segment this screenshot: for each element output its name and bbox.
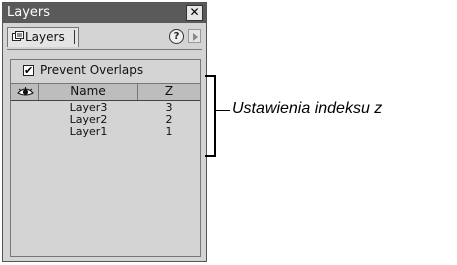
prevent-overlaps-checkbox[interactable]: ✔ (23, 65, 34, 76)
prevent-overlaps-row: ✔ Prevent Overlaps (11, 60, 200, 84)
table-row[interactable]: Layer1 1 (11, 125, 200, 138)
panel-titlebar[interactable]: Layers ✕ (3, 3, 206, 23)
tab-layers-label: Layers (25, 30, 65, 44)
layers-list: Layer3 3 Layer2 2 Layer1 1 (11, 101, 200, 138)
layers-panel: Layers ✕ Layers ? ✔ Prevent Overlaps Nam… (2, 2, 207, 262)
eye-icon (17, 87, 34, 96)
prevent-overlaps-label[interactable]: Prevent Overlaps (40, 63, 143, 77)
annotation-bracket (205, 75, 216, 157)
visibility-column-header[interactable] (11, 84, 39, 100)
layer-z-index[interactable]: 1 (138, 125, 200, 138)
figure: Layers ✕ Layers ? ✔ Prevent Overlaps Nam… (0, 0, 457, 265)
layers-table-header: Name Z (11, 84, 200, 101)
tab-row: Layers ? (7, 27, 202, 49)
layers-content: ✔ Prevent Overlaps Name Z Layer3 3 Layer… (10, 59, 201, 257)
layers-tab-icon (12, 31, 24, 41)
tab-separator (74, 30, 75, 44)
layer-name: Layer1 (69, 125, 108, 138)
help-icon[interactable]: ? (169, 29, 184, 44)
annotation-label: Ustawienia indeksu z (232, 100, 383, 117)
play-arrow-icon (193, 33, 198, 41)
tab-layers[interactable]: Layers (7, 27, 79, 47)
tab-underline (7, 49, 202, 50)
z-column-header[interactable]: Z (138, 84, 200, 100)
annotation-leader-line (215, 110, 230, 111)
panel-title: Layers (7, 5, 51, 20)
name-column-header[interactable]: Name (39, 84, 138, 100)
panel-menu-button[interactable] (188, 29, 201, 43)
close-icon[interactable]: ✕ (186, 5, 203, 21)
